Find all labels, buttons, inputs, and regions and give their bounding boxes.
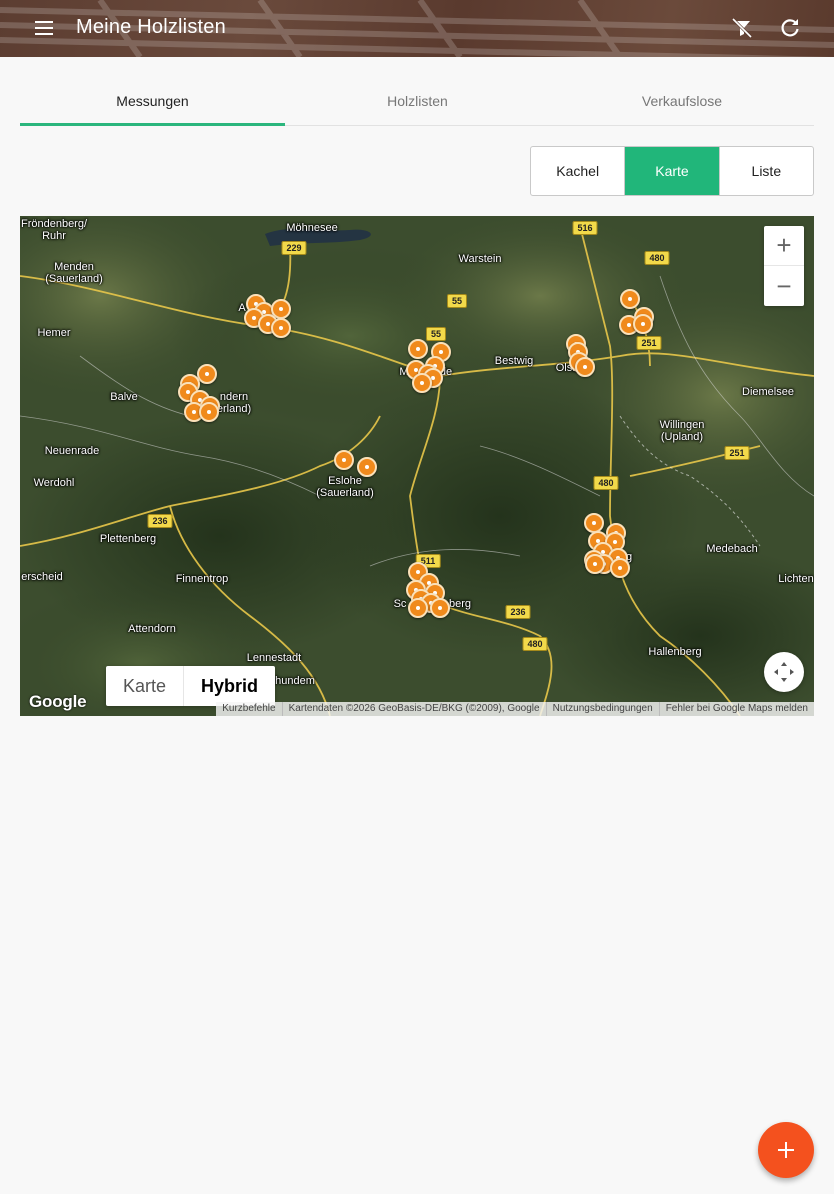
place-label: Möhnesee: [286, 222, 338, 234]
place-label: Finnentrop: [175, 573, 229, 585]
place-label: berg: [448, 598, 472, 610]
place-label: Lennestadt: [246, 652, 302, 664]
map-marker[interactable]: [357, 457, 377, 477]
place-label: Balve: [110, 391, 138, 403]
place-label: Warstein: [458, 253, 502, 265]
map-marker[interactable]: [430, 598, 450, 618]
road-shield: 516: [572, 221, 598, 235]
map-marker[interactable]: [412, 373, 432, 393]
road-shield: 480: [593, 476, 619, 490]
map[interactable]: Fröndenberg/Ruhr Möhnesee Warstein Mende…: [20, 216, 814, 716]
road-shield: 251: [636, 336, 662, 350]
place-label: Neuenrade: [44, 445, 100, 457]
keyboard-shortcuts-link[interactable]: Kurzbefehle: [216, 702, 281, 716]
place-label: hhundem: [269, 675, 315, 687]
road-shield: 55: [446, 294, 468, 308]
map-terrain: [20, 216, 814, 716]
place-label: Bestwig: [494, 355, 534, 367]
road-shield: 236: [505, 605, 531, 619]
tab-holzlisten[interactable]: Holzlisten: [285, 80, 550, 125]
terms-link[interactable]: Nutzungsbedingungen: [545, 702, 659, 716]
map-marker[interactable]: [610, 558, 630, 578]
view-kachel-button[interactable]: Kachel: [531, 147, 626, 195]
place-label: Fröndenberg/Ruhr: [20, 218, 88, 242]
map-marker[interactable]: [633, 314, 653, 334]
map-marker[interactable]: [408, 339, 428, 359]
road-shield: 236: [147, 514, 173, 528]
road-shield: 251: [724, 446, 750, 460]
place-label: Lichten: [778, 573, 814, 585]
filter-off-button[interactable]: [718, 4, 766, 52]
map-marker[interactable]: [408, 598, 428, 618]
refresh-button[interactable]: [766, 4, 814, 52]
report-error-link[interactable]: Fehler bei Google Maps melden: [658, 702, 814, 716]
road-shield: 229: [281, 241, 307, 255]
map-attribution: Kurzbefehle Kartendaten ©2026 GeoBasis-D…: [216, 702, 814, 716]
map-marker[interactable]: [584, 513, 604, 533]
map-marker[interactable]: [334, 450, 354, 470]
view-liste-button[interactable]: Liste: [720, 147, 813, 195]
menu-button[interactable]: [20, 4, 68, 52]
add-button[interactable]: [758, 1122, 814, 1178]
road-shield: 55: [425, 327, 447, 341]
map-marker[interactable]: [575, 357, 595, 377]
place-label: Menden (Sauerland): [45, 261, 103, 285]
add-icon: [778, 1142, 794, 1158]
map-marker[interactable]: [271, 318, 291, 338]
camera-control-button[interactable]: [764, 652, 804, 692]
place-label: Werdohl: [33, 477, 75, 489]
filter-off-icon: [731, 17, 753, 39]
zoom-out-button[interactable]: −: [764, 266, 804, 306]
place-label: Sc: [393, 598, 407, 610]
road-shield: 480: [522, 637, 548, 651]
pan-arrows-icon: [774, 662, 794, 682]
map-marker[interactable]: [199, 402, 219, 422]
place-label: Hallenberg: [648, 646, 702, 658]
map-type-karte-button[interactable]: Karte: [106, 666, 183, 706]
place-label: ndern erland): [216, 391, 252, 415]
place-label: Attendorn: [128, 623, 176, 635]
place-label: erscheid: [21, 571, 63, 583]
place-label: Medebach: [706, 543, 758, 555]
google-logo: Google: [29, 692, 87, 711]
map-marker[interactable]: [197, 364, 217, 384]
menu-icon: [35, 21, 53, 35]
tab-bar: Messungen Holzlisten Verkaufslose: [20, 80, 814, 126]
place-label: Hemer: [37, 327, 71, 339]
tab-messungen[interactable]: Messungen: [20, 80, 285, 126]
place-label: Willingen (Upland): [659, 419, 705, 443]
view-karte-button[interactable]: Karte: [625, 147, 720, 195]
map-type-hybrid-button[interactable]: Hybrid: [183, 666, 275, 706]
map-type-control: Karte Hybrid: [106, 666, 276, 706]
zoom-in-button[interactable]: +: [764, 226, 804, 266]
place-label: Plettenberg: [99, 533, 157, 545]
map-data-attribution: Kartendaten ©2026 GeoBasis-DE/BKG (©2009…: [281, 702, 546, 716]
place-label: Eslohe (Sauerland): [316, 475, 374, 499]
road-shield: 480: [644, 251, 670, 265]
view-toggle: Kachel Karte Liste: [530, 146, 814, 196]
tab-verkaufslose[interactable]: Verkaufslose: [550, 80, 814, 125]
app-title: Meine Holzlisten: [76, 16, 226, 38]
app-bar: Meine Holzlisten: [0, 0, 834, 57]
map-marker[interactable]: [620, 289, 640, 309]
map-marker[interactable]: [585, 554, 605, 574]
zoom-control: + −: [764, 226, 804, 306]
place-label: Diemelsee: [742, 386, 794, 398]
refresh-icon: [781, 19, 799, 37]
